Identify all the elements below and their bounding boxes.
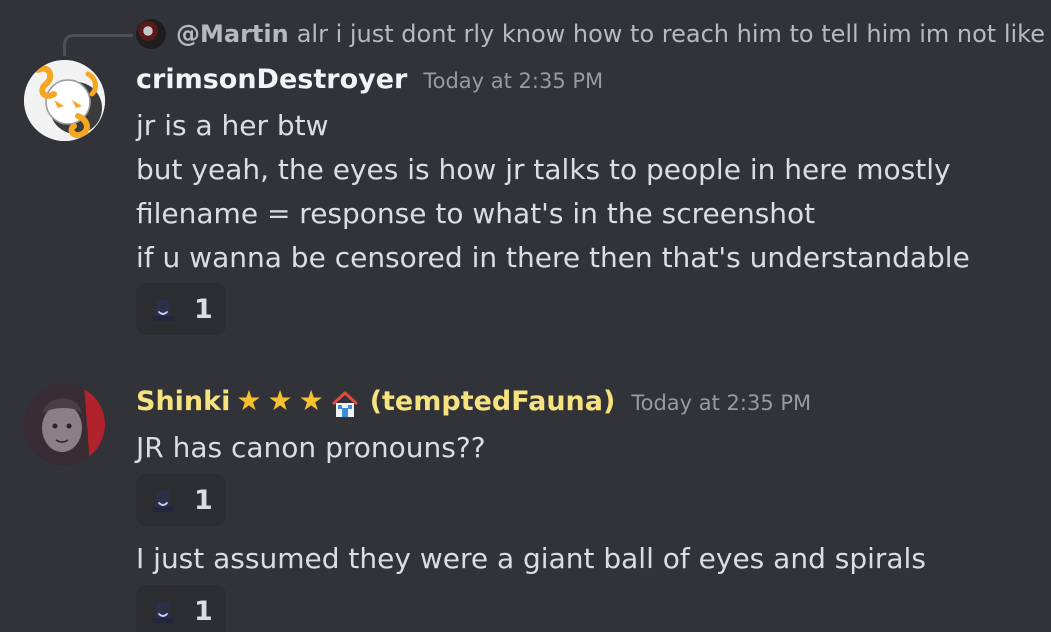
reply-preview[interactable]: @Martin alr i just dont rly know how to …	[136, 14, 1045, 54]
message-line: if u wanna be censored in there then tha…	[136, 241, 970, 274]
avatar-image	[24, 60, 105, 141]
reaction-count: 1	[194, 595, 213, 627]
star-icon: ★	[267, 384, 293, 417]
avatar-image	[24, 384, 105, 465]
reply-text[interactable]: alr i just dont rly know how to reach hi…	[297, 20, 1045, 48]
author-username[interactable]: (temptedFauna)	[370, 386, 616, 417]
message-line: filename = response to what's in the scr…	[136, 197, 816, 230]
timestamp[interactable]: Today at 2:35 PM	[423, 69, 603, 93]
timestamp[interactable]: Today at 2:35 PM	[631, 391, 811, 415]
dark-hat-emoji	[152, 300, 174, 321]
message-line: I just assumed they were a giant ball of…	[136, 542, 926, 575]
message-header: crimsonDestroyer Today at 2:35 PM	[136, 64, 603, 95]
reply-avatar[interactable]	[136, 19, 166, 49]
avatar[interactable]	[24, 384, 105, 465]
message-line: JR has canon pronouns??	[136, 431, 486, 464]
star-icon: ★	[298, 384, 324, 417]
star-icon: ★	[236, 384, 262, 417]
dark-hat-emoji	[152, 491, 174, 512]
role-badges: ★ ★ ★	[236, 384, 369, 417]
avatar[interactable]	[24, 60, 105, 141]
author-name[interactable]: Shinki	[136, 386, 230, 417]
house-icon	[331, 391, 358, 417]
reply-connector	[63, 34, 133, 56]
chat-log: @Martin alr i just dont rly know how to …	[0, 0, 1051, 632]
reaction-count: 1	[194, 484, 213, 516]
dark-hat-emoji	[152, 602, 174, 623]
reaction-button[interactable]: 1	[136, 585, 226, 632]
reply-author[interactable]: @Martin	[176, 20, 289, 48]
reaction-count: 1	[194, 293, 213, 325]
message-line: but yeah, the eyes is how jr talks to pe…	[136, 153, 951, 186]
message-header: Shinki ★ ★ ★ (temptedFauna) Today at 2:3…	[136, 384, 811, 417]
reaction-button[interactable]: 1	[136, 474, 226, 526]
author-name[interactable]: crimsonDestroyer	[136, 64, 407, 95]
reaction-button[interactable]: 1	[136, 283, 226, 335]
message-line: jr is a her btw	[136, 109, 329, 142]
